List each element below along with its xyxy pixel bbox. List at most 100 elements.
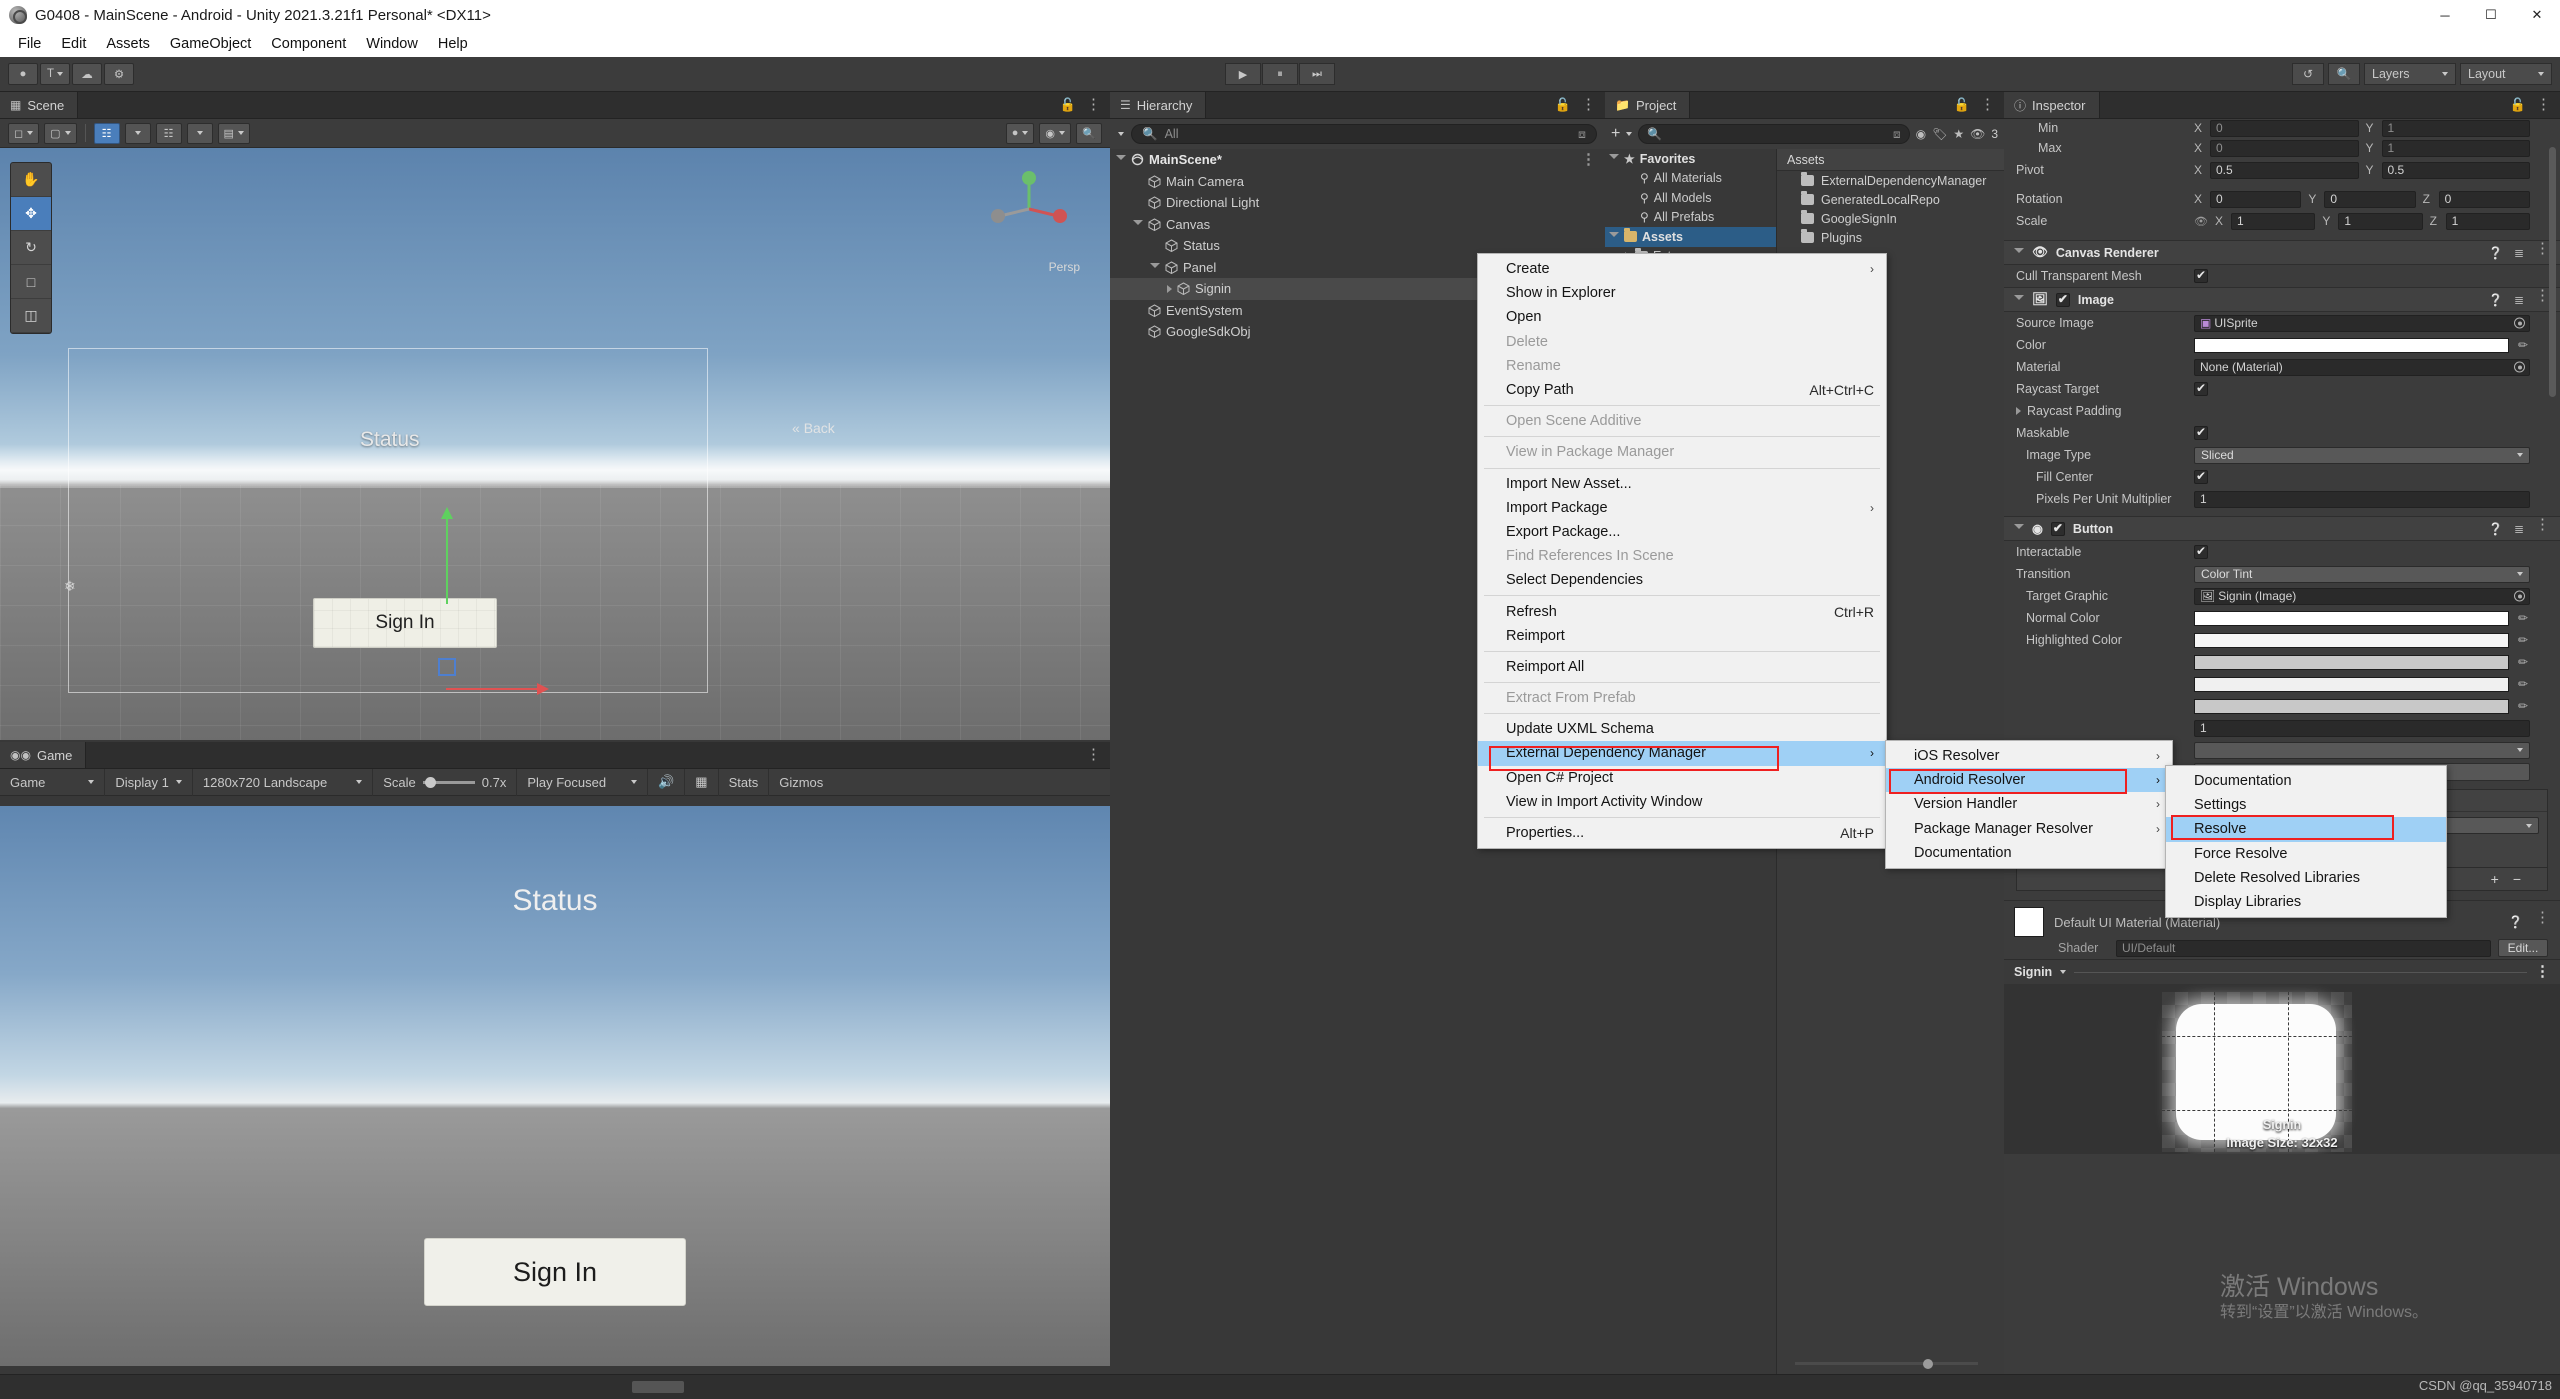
filter-type-icon[interactable]: ◉	[1916, 127, 1926, 141]
scene-view-gizmo[interactable]	[986, 166, 1072, 252]
menu-item-create[interactable]: Create›	[1478, 257, 1886, 281]
gizmos-button[interactable]: Gizmos	[769, 769, 833, 796]
scene-projection-label[interactable]: Persp	[1049, 260, 1080, 274]
menu-item-importnewasset[interactable]: Import New Asset...	[1478, 472, 1886, 496]
stats-button[interactable]: Stats	[719, 769, 770, 796]
highlighted-color-swatch[interactable]	[2194, 633, 2509, 648]
menu-item-viewinimportactivitywindow[interactable]: View in Import Activity Window	[1478, 790, 1886, 814]
max-y-field[interactable]: 1	[2382, 140, 2531, 157]
fade-duration-field[interactable]: 1	[2194, 720, 2530, 737]
game-menu-icon[interactable]: ⋮	[1086, 752, 1101, 758]
grid-snapping-button[interactable]: ▤	[218, 123, 250, 144]
hierarchy-item-canvas[interactable]: Canvas	[1110, 214, 1605, 236]
move-tool[interactable]: ✥	[11, 197, 51, 231]
gizmo-center-handle[interactable]	[438, 658, 456, 676]
cull-transparent-mesh-checkbox[interactable]	[2194, 269, 2208, 283]
scene-search-icon[interactable]: 🔍	[1076, 123, 1102, 144]
scene-viewport[interactable]: Status ❄ Sign In « Back ✋ ✥ ↻ □ ◫	[0, 148, 1110, 740]
button-enabled-checkbox[interactable]	[2051, 522, 2065, 536]
eyedropper-icon[interactable]: ✏	[2516, 655, 2530, 669]
grid-visibility-toggle[interactable]: ☷	[94, 123, 120, 144]
menu-item-externaldependencymanager[interactable]: External Dependency Manager›	[1478, 741, 1886, 765]
menu-item-settings[interactable]: Settings	[2166, 793, 2446, 817]
preset-icon[interactable]: ≣	[2514, 246, 2524, 260]
scene-camera-button[interactable]: ●	[1006, 123, 1035, 144]
hand-tool[interactable]: ✋	[11, 163, 51, 197]
assets-context-menu[interactable]: Create›Show in ExplorerOpenDeleteRenameC…	[1477, 253, 1887, 849]
image-enabled-checkbox[interactable]	[2056, 293, 2070, 307]
menu-item-copypath[interactable]: Copy PathAlt+Ctrl+C	[1478, 378, 1886, 402]
scale-x-field[interactable]: 1	[2231, 213, 2315, 230]
fill-center-checkbox[interactable]	[2194, 470, 2208, 484]
disabled-color-swatch[interactable]	[2194, 699, 2509, 714]
menu-item-showinexplorer[interactable]: Show in Explorer	[1478, 281, 1886, 305]
menu-item-forceresolve[interactable]: Force Resolve	[2166, 842, 2446, 866]
hierarchy-search-input[interactable]: 🔍 All ⧈	[1131, 124, 1597, 144]
remove-listener-button[interactable]: −	[2513, 871, 2521, 887]
menu-assets[interactable]: Assets	[96, 34, 160, 54]
expand-icon[interactable]: ⧈	[1578, 127, 1586, 142]
rotation-z-field[interactable]: 0	[2439, 191, 2530, 208]
menu-window[interactable]: Window	[356, 34, 428, 54]
normal-color-swatch[interactable]	[2194, 611, 2509, 626]
scrollbar-knob[interactable]	[1923, 1359, 1933, 1369]
chevron-down-icon[interactable]	[2014, 524, 2024, 533]
inspector-scrollbar[interactable]	[2548, 125, 2557, 1368]
lock-icon[interactable]: 🔓	[1954, 97, 1970, 113]
inspector-menu-icon[interactable]: ⋮	[2536, 102, 2551, 108]
play-button[interactable]: ▶	[1225, 63, 1261, 85]
menu-item-exportpackage[interactable]: Export Package...	[1478, 520, 1886, 544]
eyedropper-icon[interactable]: ✏	[2516, 633, 2530, 647]
ppum-field[interactable]: 1	[2194, 491, 2530, 508]
external-dependency-manager-submenu[interactable]: iOS Resolver›Android Resolver›Version Ha…	[1885, 740, 2173, 869]
project-asset-externaldependencymanager[interactable]: ExternalDependencyManager	[1777, 171, 2004, 190]
help-icon[interactable]: ❔	[2508, 915, 2523, 929]
project-search-input[interactable]: 🔍 ⧈	[1638, 124, 1909, 144]
project-asset-generatedlocalrepo[interactable]: GeneratedLocalRepo	[1777, 190, 2004, 209]
object-picker-icon[interactable]	[2514, 362, 2525, 373]
raycast-target-checkbox[interactable]	[2194, 382, 2208, 396]
tab-scene[interactable]: ▦ Scene	[0, 92, 78, 118]
game-playmode-dropdown[interactable]: Play Focused	[517, 769, 648, 796]
pivot-x-field[interactable]: 0.5	[2210, 162, 2359, 179]
project-asset-plugins[interactable]: Plugins	[1777, 228, 2004, 247]
project-tree-item-allprefabs[interactable]: ⚲All Prefabs	[1605, 208, 1776, 228]
project-menu-icon[interactable]: ⋮	[1980, 102, 1995, 108]
project-tree-item-allmaterials[interactable]: ⚲All Materials	[1605, 169, 1776, 189]
project-tree-item-allmodels[interactable]: ⚲All Models	[1605, 188, 1776, 208]
image-color-swatch[interactable]	[2194, 338, 2509, 353]
pivot-y-field[interactable]: 0.5	[2382, 162, 2531, 179]
gizmo-x-axis[interactable]	[446, 688, 538, 690]
pressed-color-swatch[interactable]	[2194, 655, 2509, 670]
chevron-down-icon[interactable]	[1116, 155, 1126, 164]
eyedropper-icon[interactable]: ✏	[2516, 677, 2530, 691]
menu-item-importpackage[interactable]: Import Package›	[1478, 496, 1886, 520]
settings-button[interactable]: ⚙	[104, 63, 134, 85]
preset-icon[interactable]: ≣	[2514, 522, 2524, 536]
navigation-dropdown[interactable]	[2194, 742, 2530, 759]
search-icon[interactable]: 🔍	[2328, 63, 2360, 85]
eyedropper-icon[interactable]: ✏	[2516, 338, 2530, 352]
chevron-right-icon[interactable]	[2016, 407, 2021, 415]
scene-menu-icon[interactable]: ⋮	[1086, 102, 1101, 108]
target-graphic-field[interactable]: 🖼 Signin (Image)	[2194, 588, 2530, 605]
hierarchy-item-maincamera[interactable]: Main Camera	[1110, 171, 1605, 193]
shader-field[interactable]: UI/Default	[2116, 940, 2491, 957]
step-button[interactable]: ⏭	[1299, 63, 1335, 85]
menu-item-androidresolver[interactable]: Android Resolver›	[1886, 768, 2172, 792]
interactable-checkbox[interactable]	[2194, 545, 2208, 559]
scale-slider-track[interactable]	[423, 781, 475, 784]
layout-dropdown[interactable]: Layout	[2460, 63, 2552, 85]
cloud-button[interactable]: ☁	[72, 63, 102, 85]
min-x-field[interactable]: 0	[2210, 120, 2359, 137]
tab-inspector[interactable]: ⓘ Inspector	[2004, 92, 2100, 118]
chevron-down-icon[interactable]	[2014, 248, 2024, 257]
chevron-down-icon[interactable]	[2014, 295, 2024, 304]
game-viewport[interactable]: Status Sign In	[0, 806, 1110, 1366]
max-x-field[interactable]: 0	[2210, 140, 2359, 157]
chevron-down-icon[interactable]	[2060, 970, 2066, 974]
project-content-list[interactable]: ExternalDependencyManagerGeneratedLocalR…	[1777, 171, 2004, 247]
scale-slider-knob[interactable]	[425, 777, 436, 788]
menu-item-displaylibraries[interactable]: Display Libraries	[2166, 890, 2446, 914]
maskable-checkbox[interactable]	[2194, 426, 2208, 440]
